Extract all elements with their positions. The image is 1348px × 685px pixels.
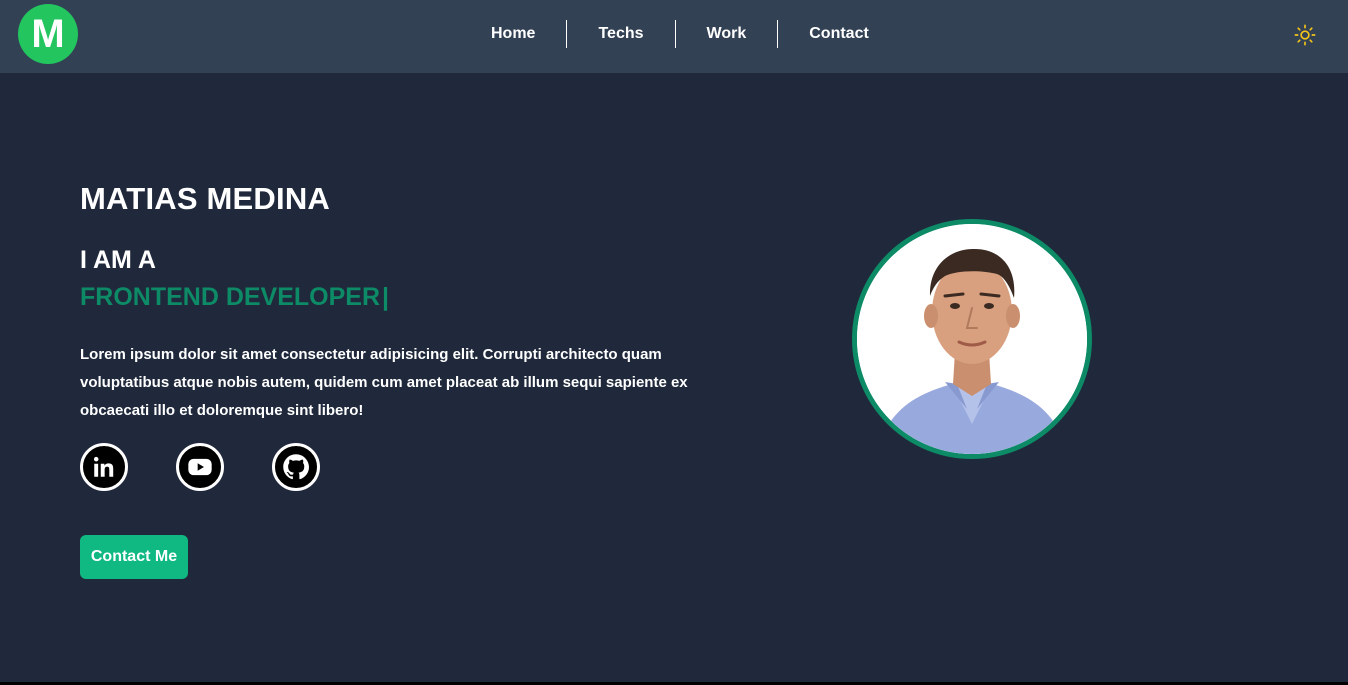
github-icon <box>283 454 309 480</box>
logo[interactable]: M <box>18 4 78 64</box>
hero-description: Lorem ipsum dolor sit amet consectetur a… <box>80 346 688 419</box>
navbar: M Home Techs Work Contact <box>0 0 1348 73</box>
nav-link-techs[interactable]: Techs <box>566 20 674 48</box>
typing-cursor: | <box>382 283 390 311</box>
hero-name: MATIAS MEDINA <box>80 181 331 216</box>
avatar-photo <box>857 224 1087 454</box>
linkedin-link[interactable] <box>80 443 128 491</box>
sun-icon <box>1294 24 1316 46</box>
logo-letter: M <box>31 12 65 56</box>
social-links <box>80 443 320 491</box>
hero-intro: I AM A <box>80 246 156 274</box>
nav-links: Home Techs Work Contact <box>460 20 900 48</box>
hero-role: FRONTEND DEVELOPER| <box>80 283 389 312</box>
github-link[interactable] <box>272 443 320 491</box>
nav-link-contact[interactable]: Contact <box>777 20 900 48</box>
nav-link-home[interactable]: Home <box>460 20 566 48</box>
nav-link-work[interactable]: Work <box>674 20 778 48</box>
theme-toggle-button[interactable] <box>1292 22 1318 48</box>
hero-role-text: FRONTEND DEVELOPER <box>80 283 381 311</box>
profile-photo <box>852 219 1092 459</box>
youtube-link[interactable] <box>176 443 224 491</box>
youtube-icon <box>188 458 212 476</box>
contact-me-button[interactable]: Contact Me <box>80 535 188 579</box>
linkedin-icon <box>93 456 114 477</box>
